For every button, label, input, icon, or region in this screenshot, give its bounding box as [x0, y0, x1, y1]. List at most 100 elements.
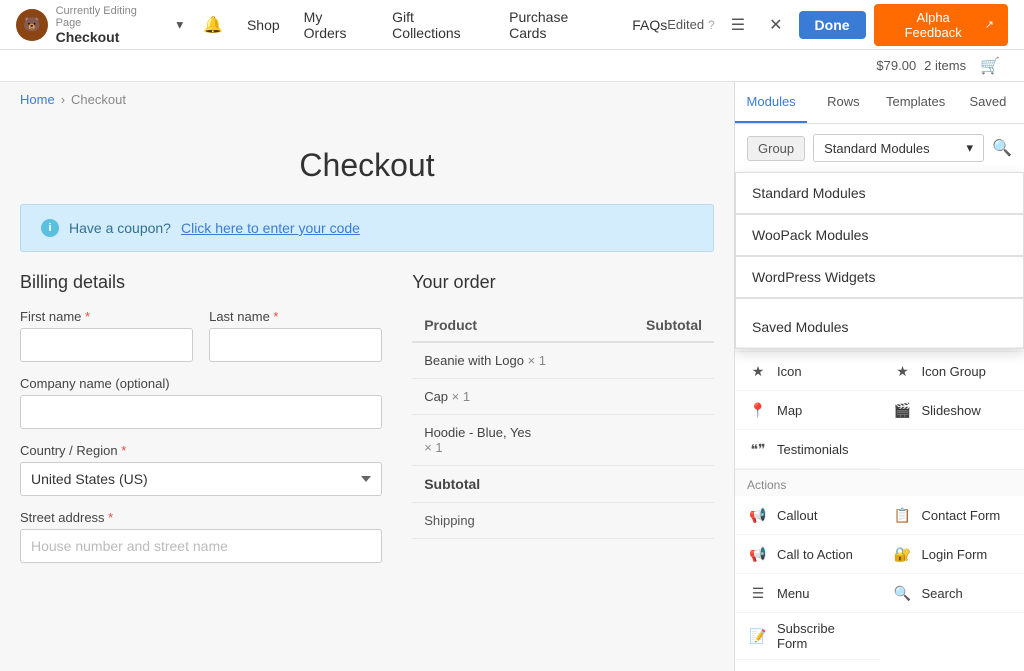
- street-input[interactable]: [20, 529, 382, 563]
- tab-saved[interactable]: Saved: [952, 82, 1024, 123]
- module-icon[interactable]: ★ Icon: [735, 352, 880, 391]
- map-icon: 📍: [747, 399, 769, 421]
- coupon-bar: i Have a coupon? Click here to enter you…: [20, 204, 714, 252]
- module-search-label: Search: [922, 586, 963, 601]
- slideshow-icon: 🎬: [892, 399, 914, 421]
- order-section: Your order Product Subtotal Beanie with …: [412, 272, 714, 577]
- icon-group-icon: ★: [892, 360, 914, 382]
- module-slideshow-label: Slideshow: [922, 403, 981, 418]
- company-field: Company name (optional): [20, 376, 382, 429]
- group-dropdown[interactable]: Standard Modules ▾: [813, 134, 984, 162]
- subtotal-row: Subtotal: [412, 466, 714, 503]
- coupon-link[interactable]: Click here to enter your code: [181, 220, 360, 236]
- last-name-input[interactable]: [209, 328, 382, 362]
- group-label: Group: [747, 136, 805, 161]
- module-map[interactable]: 📍 Map: [735, 391, 880, 430]
- item-name-2: Cap × 1: [412, 379, 607, 415]
- editing-page-name: Checkout: [56, 29, 165, 45]
- shipping-value: [607, 503, 714, 539]
- alpha-feedback-button[interactable]: Alpha Feedback ↗: [874, 4, 1008, 46]
- currently-editing-label: Currently Editing Page: [56, 5, 165, 29]
- page-content: Home › Checkout Checkout i Have a coupon…: [0, 82, 734, 671]
- breadcrumb: Home › Checkout: [0, 82, 734, 117]
- module-menu[interactable]: ☰ Menu: [735, 574, 880, 613]
- search-icon: 🔍: [892, 582, 914, 604]
- module-subscribe-form-label: Subscribe Form: [777, 621, 868, 651]
- dropdown-item-wordpress[interactable]: WordPress Widgets: [736, 257, 1023, 299]
- dropdown-item-saved[interactable]: Saved Modules: [736, 307, 1023, 348]
- notifications-icon[interactable]: 🔔: [195, 11, 231, 39]
- menu-icon: ☰: [747, 582, 769, 604]
- panel-tabs: Modules Rows Templates Saved: [735, 82, 1024, 124]
- order-title: Your order: [412, 272, 714, 293]
- logo-area: 🐻 Currently Editing Page Checkout ▾ 🔔: [16, 5, 231, 45]
- country-select[interactable]: United States (US): [20, 462, 382, 496]
- editing-info: Currently Editing Page Checkout: [56, 5, 165, 45]
- first-name-label: First name *: [20, 309, 193, 324]
- module-testimonials[interactable]: ❝❞ Testimonials: [735, 430, 880, 469]
- module-contact-form-label: Contact Form: [922, 508, 1001, 523]
- table-row: Cap × 1: [412, 379, 714, 415]
- required-star-4: *: [108, 510, 113, 525]
- cart-bar: $79.00 2 items 🛒: [0, 50, 1024, 82]
- last-name-field: Last name *: [209, 309, 382, 362]
- nav-gift-collections[interactable]: Gift Collections: [392, 9, 485, 41]
- dropdown-item-standard[interactable]: Standard Modules: [736, 173, 1023, 215]
- main-nav: Shop My Orders Gift Collections Purchase…: [247, 9, 667, 41]
- module-map-label: Map: [777, 403, 802, 418]
- module-login-form[interactable]: 🔐 Login Form: [880, 535, 1024, 574]
- module-subscribe-form[interactable]: 📝 Subscribe Form: [735, 613, 880, 660]
- breadcrumb-home[interactable]: Home: [20, 92, 55, 107]
- list-icon-btn[interactable]: ☰: [723, 11, 753, 39]
- cart-items: 2 items: [924, 58, 966, 73]
- table-row: Hoodie - Blue, Yes × 1: [412, 415, 714, 466]
- page-title-section: Checkout: [0, 117, 734, 204]
- module-slideshow[interactable]: 🎬 Slideshow: [880, 391, 1024, 430]
- billing-title: Billing details: [20, 272, 382, 293]
- info-icon: i: [41, 219, 59, 237]
- first-name-input[interactable]: [20, 328, 193, 362]
- done-button[interactable]: Done: [799, 11, 866, 39]
- module-callout[interactable]: 📢 Callout: [735, 496, 880, 535]
- nav-faqs[interactable]: FAQs: [632, 17, 667, 33]
- module-icon-label: Icon: [777, 364, 802, 379]
- checkout-body: Billing details First name * Last name *: [0, 272, 734, 597]
- testimonials-icon: ❝❞: [747, 438, 769, 460]
- subtotal-header: Subtotal: [607, 309, 714, 342]
- tab-templates[interactable]: Templates: [880, 82, 952, 123]
- page-title: Checkout: [20, 147, 714, 184]
- chevron-down-icon: ▾: [967, 140, 974, 156]
- module-search[interactable]: 🔍 Search: [880, 574, 1024, 613]
- country-label: Country / Region *: [20, 443, 382, 458]
- nav-my-orders[interactable]: My Orders: [304, 9, 369, 41]
- search-icon-btn[interactable]: 🔍: [992, 138, 1012, 158]
- last-name-label: Last name *: [209, 309, 382, 324]
- icon-icon: ★: [747, 360, 769, 382]
- tab-modules[interactable]: Modules: [735, 82, 807, 123]
- subtotal-label: Subtotal: [412, 466, 607, 503]
- coupon-text: Have a coupon?: [69, 220, 171, 236]
- tab-rows[interactable]: Rows: [807, 82, 879, 123]
- nav-shop[interactable]: Shop: [247, 17, 280, 33]
- module-contact-form[interactable]: 📋 Contact Form: [880, 496, 1024, 535]
- required-star-3: *: [121, 443, 126, 458]
- item-name-1: Beanie with Logo × 1: [412, 342, 607, 379]
- close-icon-btn[interactable]: ✕: [761, 11, 790, 39]
- logo-icon: 🐻: [16, 9, 48, 41]
- module-icon-group[interactable]: ★ Icon Group: [880, 352, 1024, 391]
- page-selector-chevron[interactable]: ▾: [172, 13, 187, 37]
- product-header: Product: [412, 309, 607, 342]
- group-dropdown-value: Standard Modules: [824, 141, 930, 156]
- cart-price: $79.00: [876, 58, 916, 73]
- item-price-3: [607, 415, 714, 466]
- table-row: Beanie with Logo × 1: [412, 342, 714, 379]
- nav-purchase-cards[interactable]: Purchase Cards: [509, 9, 608, 41]
- module-icon-group-label: Icon Group: [922, 364, 986, 379]
- company-input[interactable]: [20, 395, 382, 429]
- item-name-3: Hoodie - Blue, Yes × 1: [412, 415, 607, 466]
- call-to-action-icon: 📢: [747, 543, 769, 565]
- shipping-row: Shipping: [412, 503, 714, 539]
- dropdown-item-woopack[interactable]: WooPack Modules: [736, 215, 1023, 257]
- module-call-to-action[interactable]: 📢 Call to Action: [735, 535, 880, 574]
- cart-icon: 🛒: [980, 56, 1000, 76]
